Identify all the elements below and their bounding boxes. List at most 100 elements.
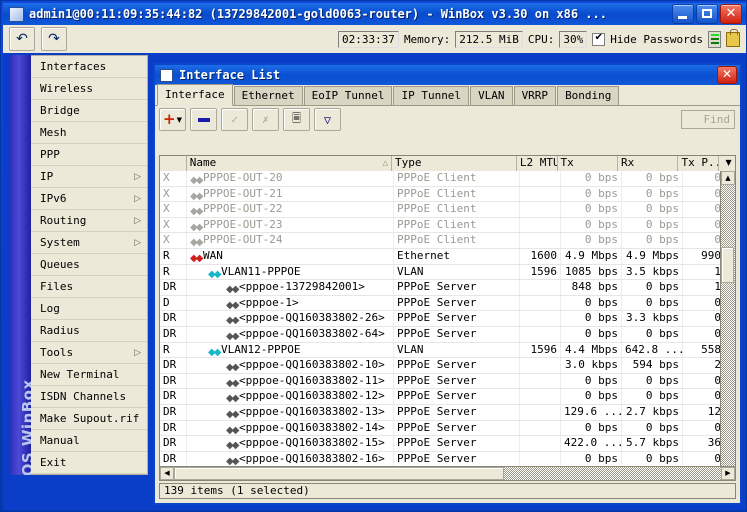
table-row[interactable]: R ◆◆ VLAN11-PPPOE VLAN 1596 1085 bps 3.5 kbps 1 xyxy=(160,264,735,281)
hide-passwords-label: Hide Passwords xyxy=(610,32,703,46)
column-header-flag[interactable] xyxy=(160,156,187,171)
cell-tx: 3.0 kbps xyxy=(561,358,622,373)
disable-interface-button[interactable]: ✗ xyxy=(252,108,279,131)
interface-type-icon: ◆◆ xyxy=(190,175,203,186)
table-row[interactable]: X ◆◆ PPPOE-OUT-21 PPPoE Client 0 bps 0 bps 0 xyxy=(160,186,735,203)
table-row[interactable]: DR ◆◆ <pppoe-QQ160383802-15> PPPoE Server 42… xyxy=(160,436,735,452)
sidebar-item-ip[interactable]: IP ▷ xyxy=(31,166,147,188)
cell-name: ◆◆ PPPOE-OUT-23 xyxy=(187,217,394,233)
sidebar-item-radius[interactable]: Radius xyxy=(31,320,147,342)
tab-ethernet[interactable]: Ethernet xyxy=(233,86,303,105)
cross-icon: ✗ xyxy=(262,113,269,126)
cell-flag: X xyxy=(160,171,187,186)
undo-button[interactable]: ↶ xyxy=(9,27,35,51)
column-header-name[interactable]: Name xyxy=(187,156,392,171)
sidebar-item-exit[interactable]: Exit xyxy=(31,452,147,474)
column-header-tx[interactable]: Tx xyxy=(558,156,618,171)
column-header-txpackets[interactable]: Tx P... xyxy=(678,156,720,171)
column-header-rx[interactable]: Rx xyxy=(618,156,679,171)
cell-txp: 2 xyxy=(714,358,721,372)
horizontal-scrollbar[interactable]: ◀ ▶ xyxy=(159,466,736,481)
add-interface-button[interactable]: + ▼ xyxy=(159,108,186,131)
maximize-button[interactable] xyxy=(696,4,718,24)
table-row[interactable]: DR ◆◆ <pppoe-QQ160383802-11> PPPoE Server 0 … xyxy=(160,373,735,390)
tab-eoip-tunnel[interactable]: EoIP Tunnel xyxy=(303,86,393,105)
comment-button[interactable]: 🗏 xyxy=(283,108,310,131)
table-row[interactable]: DR ◆◆ <pppoe-QQ160383802-12> PPPoE Server 0 … xyxy=(160,389,735,405)
cell-name: ◆◆ <pppoe-QQ160383802-64> xyxy=(187,326,394,342)
table-row[interactable]: DR ◆◆ <pppoe-QQ160383802-10> PPPoE Server 3.… xyxy=(160,358,735,374)
close-button[interactable] xyxy=(720,4,742,24)
cell-flag: X xyxy=(160,186,187,202)
cell-txp: 0 xyxy=(714,186,721,200)
sidebar-item-bridge[interactable]: Bridge xyxy=(31,100,147,122)
tab-ip-tunnel[interactable]: IP Tunnel xyxy=(393,86,470,105)
sidebar-item-log[interactable]: Log xyxy=(31,298,147,320)
sidebar-item-queues[interactable]: Queues xyxy=(31,254,147,276)
cell-txp: 1 xyxy=(714,280,721,294)
cell-rx: 0 bps xyxy=(622,373,683,389)
cell-flag: X xyxy=(160,217,187,233)
cell-mtu xyxy=(520,233,561,248)
column-header-l2mtu[interactable]: L2 MTU xyxy=(517,156,558,171)
scroll-right-button[interactable]: ▶ xyxy=(721,467,735,480)
sidebar-item-label: Exit xyxy=(40,455,67,469)
table-row[interactable]: DR ◆◆ <pppoe-13729842001> PPPoE Server 848 b… xyxy=(160,280,735,296)
vertical-scrollbar[interactable]: ▲ ▼ xyxy=(720,171,735,480)
horizontal-scroll-thumb[interactable] xyxy=(174,467,504,480)
redo-button[interactable]: ↷ xyxy=(41,27,67,51)
chevron-right-icon: ▷ xyxy=(134,171,141,182)
table-row[interactable]: D ◆◆ <pppoe-1> PPPoE Server 0 bps 0 bps 0 xyxy=(160,295,735,312)
sidebar-item-make-supout-rif[interactable]: Make Supout.rif xyxy=(31,408,147,430)
filter-button[interactable]: ▽ xyxy=(314,108,341,131)
cell-rx: 0 bps xyxy=(622,295,683,311)
sidebar-item-files[interactable]: Files xyxy=(31,276,147,298)
sidebar-item-manual[interactable]: Manual xyxy=(31,430,147,452)
minimize-button[interactable] xyxy=(672,4,694,24)
tab-vrrp[interactable]: VRRP xyxy=(513,86,557,105)
table-row[interactable]: DR ◆◆ <pppoe-QQ160383802-16> PPPoE Server 0 … xyxy=(160,451,735,468)
vertical-scroll-thumb[interactable] xyxy=(721,247,734,283)
table-row[interactable]: DR ◆◆ <pppoe-QQ160383802-14> PPPoE Server 0 … xyxy=(160,420,735,437)
cell-type: Ethernet xyxy=(394,248,520,264)
table-row[interactable]: DR ◆◆ <pppoe-QQ160383802-26> PPPoE Server 0 … xyxy=(160,311,735,327)
sidebar-item-label: New Terminal xyxy=(40,367,120,381)
sidebar-item-isdn-channels[interactable]: ISDN Channels xyxy=(31,386,147,408)
cell-type: PPPoE Server xyxy=(394,373,520,389)
cell-name: ◆◆ PPPOE-OUT-21 xyxy=(187,186,394,202)
interface-list-close-button[interactable] xyxy=(717,66,737,84)
tab-vlan[interactable]: VLAN xyxy=(470,86,513,105)
enable-interface-button[interactable]: ✓ xyxy=(221,108,248,131)
table-row[interactable]: X ◆◆ PPPOE-OUT-23 PPPoE Client 0 bps 0 bps 0 xyxy=(160,217,735,234)
hide-passwords-checkbox[interactable] xyxy=(592,32,606,46)
tab-bonding[interactable]: Bonding xyxy=(557,86,620,105)
sidebar-item-wireless[interactable]: Wireless xyxy=(31,78,147,100)
tab-interface[interactable]: Interface xyxy=(157,84,233,106)
cell-type: PPPoE Server xyxy=(394,436,520,451)
table-row[interactable]: X ◆◆ PPPOE-OUT-24 PPPoE Client 0 bps 0 bps 0 xyxy=(160,233,735,249)
horizontal-scroll-track[interactable] xyxy=(174,467,721,480)
table-row[interactable]: X ◆◆ PPPOE-OUT-20 PPPoE Client 0 bps 0 bps 0 xyxy=(160,171,735,187)
sidebar-item-interfaces[interactable]: Interfaces xyxy=(31,56,147,78)
sidebar-item-ppp[interactable]: PPP xyxy=(31,144,147,166)
sidebar-item-ipv6[interactable]: IPv6 ▷ xyxy=(31,188,147,210)
cell-mtu: 1600 xyxy=(520,248,561,264)
column-chooser-button[interactable]: ▼ xyxy=(719,156,735,171)
table-row[interactable]: X ◆◆ PPPOE-OUT-22 PPPoE Client 0 bps 0 bps 0 xyxy=(160,202,735,218)
sidebar-item-new-terminal[interactable]: New Terminal xyxy=(31,364,147,386)
sidebar-item-routing[interactable]: Routing ▷ xyxy=(31,210,147,232)
table-row[interactable]: R ◆◆ WAN Ethernet 1600 4.9 Mbps 4.9 Mbps 990 xyxy=(160,248,735,265)
sidebar-item-system[interactable]: System ▷ xyxy=(31,232,147,254)
scroll-left-button[interactable]: ◀ xyxy=(160,467,174,480)
find-input[interactable]: Find xyxy=(681,110,735,129)
remove-interface-button[interactable] xyxy=(190,108,217,131)
table-row[interactable]: DR ◆◆ <pppoe-QQ160383802-13> PPPoE Server 12… xyxy=(160,404,735,421)
scroll-up-button[interactable]: ▲ xyxy=(721,171,735,185)
sidebar-item-mesh[interactable]: Mesh xyxy=(31,122,147,144)
table-row[interactable]: DR ◆◆ <pppoe-QQ160383802-64> PPPoE Server 0 … xyxy=(160,326,735,343)
vertical-scroll-track[interactable] xyxy=(721,185,735,466)
table-row[interactable]: R ◆◆ VLAN12-PPPOE VLAN 1596 4.4 Mbps 642.8 ...… xyxy=(160,342,735,359)
sidebar-item-tools[interactable]: Tools ▷ xyxy=(31,342,147,364)
column-header-type[interactable]: Type xyxy=(392,156,517,171)
cell-flag: DR xyxy=(160,420,187,436)
